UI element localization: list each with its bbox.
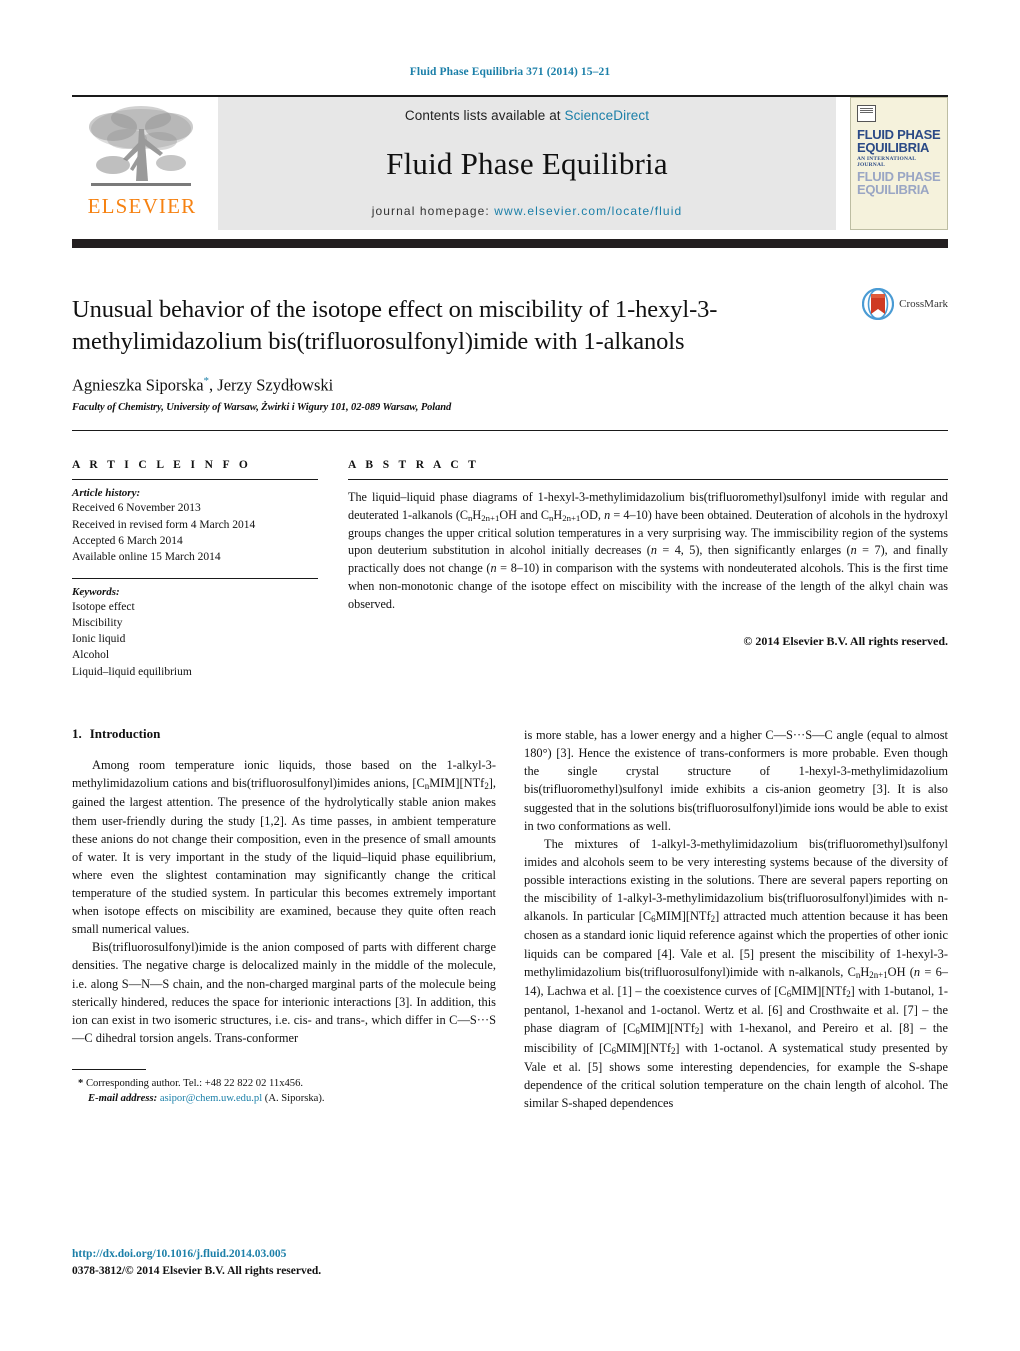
journal-homepage-link[interactable]: www.elsevier.com/locate/fluid xyxy=(494,204,682,218)
section-title-text: Introduction xyxy=(89,726,161,742)
elsevier-wordmark: ELSEVIER xyxy=(87,194,197,218)
email-owner: (A. Siporska). xyxy=(264,1093,325,1105)
history-item: Available online 15 March 2014 xyxy=(72,551,221,564)
cover-subtitle: AN INTERNATIONAL JOURNAL xyxy=(857,155,916,168)
keywords-group: Keywords: Isotope effect Miscibility Ion… xyxy=(72,577,318,681)
body-column-left: 1. Introduction Among room temperature io… xyxy=(72,726,496,1112)
footnote-star-marker: * xyxy=(78,1078,84,1090)
masthead-center-panel: Contents lists available at ScienceDirec… xyxy=(218,97,836,230)
elsevier-tree-icon xyxy=(89,106,193,186)
footnote-tel-line: * Corresponding author. Tel.: +48 22 822… xyxy=(72,1076,496,1091)
cover-publisher-mark-icon xyxy=(857,105,876,122)
title-block: Unusual behavior of the isotope effect o… xyxy=(72,288,948,414)
keyword-item: Isotope effect xyxy=(72,600,135,613)
article-history-group: Article history: Received 6 November 201… xyxy=(72,480,318,575)
paragraph: Bis(trifluorosulfonyl)imide is the anion… xyxy=(72,940,496,1045)
page-title: Unusual behavior of the isotope effect o… xyxy=(72,296,718,355)
keyword-item: Alcohol xyxy=(72,649,110,662)
section-heading-introduction: 1. Introduction xyxy=(72,726,496,742)
running-head: Fluid Phase Equilibria 371 (2014) 15–21 xyxy=(409,66,611,78)
crossmark-label: CrossMark xyxy=(899,298,948,310)
journal-title: Fluid Phase Equilibria xyxy=(386,146,668,181)
journal-cover-thumbnail: FLUID PHASE EQUILIBRIA AN INTERNATIONAL … xyxy=(850,97,948,230)
abstract-text: The liquid–liquid phase diagrams of 1-he… xyxy=(348,490,948,611)
article-info-heading: A R T I C L E I N F O xyxy=(72,459,252,472)
keyword-item: Liquid–liquid equilibrium xyxy=(72,665,192,678)
journal-homepage-line: journal homepage: www.elsevier.com/locat… xyxy=(372,204,683,218)
sciencedirect-link[interactable]: ScienceDirect xyxy=(565,108,650,123)
article-first-page: Fluid Phase Equilibria 371 (2014) 15–21 xyxy=(0,0,1020,1351)
email-link[interactable]: asipor@chem.uw.edu.pl xyxy=(160,1093,262,1104)
paragraph: The mixtures of 1-alkyl-3-methylimidazol… xyxy=(524,836,948,1110)
abstract-heading: A B S T R A C T xyxy=(348,459,480,472)
author-primary: Agnieszka Siporska xyxy=(72,375,204,395)
crossmark-icon xyxy=(862,288,895,320)
cover-line-2: EQUILIBRIA xyxy=(857,140,930,156)
cover-line-4: EQUILIBRIA xyxy=(857,181,930,197)
body-two-column: 1. Introduction Among room temperature io… xyxy=(72,726,948,1112)
cover-line-3: FLUID PHASE xyxy=(857,168,941,184)
keyword-item: Ionic liquid xyxy=(72,633,126,646)
cover-line-1: FLUID PHASE xyxy=(857,127,941,142)
journal-masthead: ELSEVIER Contents lists available at Sci… xyxy=(72,95,948,230)
homepage-prefix: journal homepage: xyxy=(371,204,490,218)
history-item: Received 6 November 2013 xyxy=(72,502,201,515)
body-column-right: is more stable, has a lower energy and a… xyxy=(524,726,948,1112)
paragraph: is more stable, has a lower energy and a… xyxy=(524,728,948,833)
affiliation: Faculty of Chemistry, University of Wars… xyxy=(72,402,452,414)
page-footer: http://dx.doi.org/10.1016/j.fluid.2014.0… xyxy=(72,1246,321,1279)
issn-copyright-line: 0378-3812/© 2014 Elsevier B.V. All right… xyxy=(72,1264,322,1277)
doi-link[interactable]: http://dx.doi.org/10.1016/j.fluid.2014.0… xyxy=(72,1246,321,1262)
section-number: 1. xyxy=(72,726,82,742)
article-info-column: A R T I C L E I N F O Article history: R… xyxy=(72,459,318,680)
abstract-column: A B S T R A C T The liquid–liquid phase … xyxy=(348,459,948,680)
article-history-label: Article history: xyxy=(72,487,141,500)
email-address-label: E-mail address: xyxy=(88,1093,158,1105)
history-item: Received in revised form 4 March 2014 xyxy=(72,518,256,531)
info-abstract-region: A R T I C L E I N F O Article history: R… xyxy=(72,430,948,680)
copyright-line: © 2014 Elsevier B.V. All rights reserved… xyxy=(743,634,948,649)
crossmark-badge[interactable]: CrossMark xyxy=(862,288,948,320)
history-item: Accepted 6 March 2014 xyxy=(72,534,183,547)
contents-prefix: Contents lists available at xyxy=(404,108,561,123)
masthead-divider-bar xyxy=(72,239,948,248)
contents-available-line: Contents lists available at ScienceDirec… xyxy=(405,108,649,123)
author-secondary: , Jerzy Szydłowski xyxy=(209,375,334,395)
corresponding-author-footnote: * Corresponding author. Tel.: +48 22 822… xyxy=(72,1069,496,1107)
author-list: Agnieszka Siporska*, Jerzy Szydłowski xyxy=(72,375,948,396)
elsevier-logo: ELSEVIER xyxy=(72,97,212,230)
footnote-email-line: E-mail address: asipor@chem.uw.edu.pl (A… xyxy=(72,1091,496,1106)
paragraph: Among room temperature ionic liquids, th… xyxy=(72,758,496,937)
footnote-corresponding-text: Corresponding author. Tel.: +48 22 822 0… xyxy=(85,1078,304,1090)
keyword-item: Miscibility xyxy=(72,616,123,629)
keywords-label: Keywords: xyxy=(72,585,120,598)
